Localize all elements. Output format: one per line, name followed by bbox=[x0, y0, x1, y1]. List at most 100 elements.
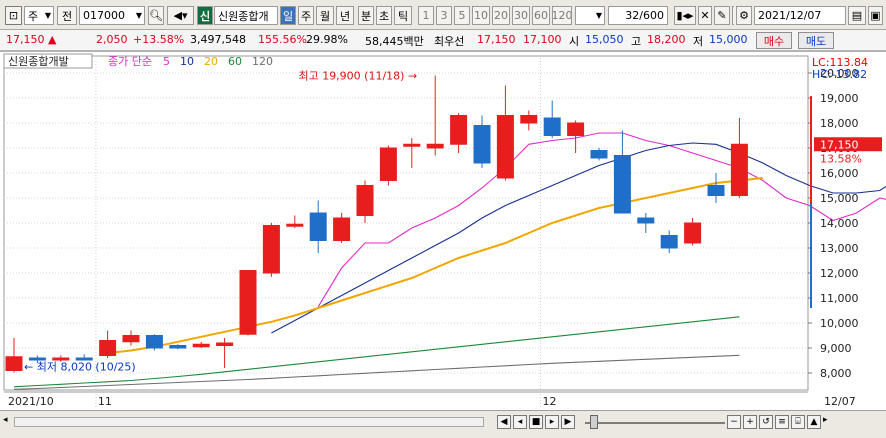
type-button[interactable]: 전 bbox=[57, 6, 77, 25]
candle-body bbox=[473, 125, 491, 164]
period-year[interactable]: 년 bbox=[336, 6, 354, 25]
candle-body bbox=[262, 225, 280, 274]
minus-icon[interactable]: − bbox=[727, 415, 741, 429]
low-price: 15,000 bbox=[709, 33, 748, 46]
y-tick-label: 19,000 bbox=[820, 92, 859, 105]
candle-body bbox=[99, 340, 117, 356]
market-select[interactable]: 주 ▼ bbox=[24, 6, 54, 25]
stock-code-input[interactable]: 017000 ▼ bbox=[79, 6, 145, 25]
horizontal-scrollbar[interactable] bbox=[14, 417, 484, 427]
y-tick-label: 13,000 bbox=[820, 242, 859, 255]
y-tick-label: 11,000 bbox=[820, 292, 859, 305]
zoom-slider[interactable] bbox=[585, 422, 725, 424]
y-tick-label: 15,000 bbox=[820, 192, 859, 205]
candle-body bbox=[239, 270, 257, 335]
candle-body bbox=[613, 155, 631, 214]
period-day[interactable]: 일 bbox=[280, 6, 296, 25]
legend-ma-5: 5 bbox=[163, 55, 170, 68]
legend-ma-120: 120 bbox=[252, 55, 273, 68]
zoom-slider-handle[interactable] bbox=[590, 415, 598, 429]
plus-icon[interactable]: + bbox=[743, 415, 757, 429]
interval-20[interactable]: 20 bbox=[492, 6, 510, 25]
chevron-down-icon: ▼ bbox=[595, 11, 602, 20]
ask-price: 17,150 bbox=[477, 33, 516, 46]
first-page-icon[interactable]: ◀ bbox=[497, 415, 511, 429]
min-price-label: ← 최저 8,020 (10/25) bbox=[24, 361, 136, 374]
candle-body bbox=[286, 223, 304, 227]
candle-body bbox=[145, 335, 163, 349]
draw-tool-icon[interactable]: ✎ bbox=[714, 6, 730, 25]
interval-60[interactable]: 60 bbox=[532, 6, 550, 25]
date-axis: 2021/10 11 12 12/07 bbox=[8, 395, 856, 408]
up-triangle-icon: ▲ bbox=[48, 33, 57, 46]
period-minute[interactable]: 분 bbox=[358, 6, 374, 25]
candle-body bbox=[333, 217, 351, 241]
cross-tool-icon[interactable]: ✕ bbox=[698, 6, 712, 25]
hc-value: HC:-13.82 bbox=[812, 68, 867, 81]
candle-body bbox=[403, 143, 421, 147]
period-month[interactable]: 월 bbox=[316, 6, 334, 25]
window-menu-icon[interactable]: ⊡ bbox=[5, 6, 22, 25]
y-tick-label: 8,000 bbox=[820, 367, 852, 380]
price-value: 17,150 bbox=[6, 33, 45, 46]
interval-5[interactable]: 5 bbox=[454, 6, 470, 25]
x-tick-label: 2021/10 bbox=[8, 395, 54, 408]
count-field[interactable]: 32/600 bbox=[608, 6, 668, 25]
change-percent: +13.58% bbox=[133, 33, 185, 46]
chevron-down-icon: ▼ bbox=[44, 11, 51, 20]
candlestick-chart[interactable]: 8,000 9,000 10,000 11,000 12,000 13,000 14,000… bbox=[0, 52, 886, 411]
stop-icon[interactable]: ■ bbox=[529, 415, 543, 429]
candle-body bbox=[660, 235, 678, 249]
candle-body bbox=[192, 343, 210, 348]
scroll-right-icon[interactable]: ▸ bbox=[823, 415, 883, 429]
period-tick[interactable]: 틱 bbox=[394, 6, 412, 25]
bid-price: 17,100 bbox=[523, 33, 562, 46]
ma10-line bbox=[271, 142, 886, 334]
candle-body bbox=[707, 185, 725, 196]
prev-icon[interactable]: ◂ bbox=[513, 415, 527, 429]
sell-button[interactable]: 매도 bbox=[798, 32, 834, 49]
y-tick-label: 16,000 bbox=[820, 167, 859, 180]
gear-icon[interactable]: ⚙ bbox=[736, 6, 752, 25]
zoom-icon[interactable]: ▮◂▸ bbox=[674, 6, 696, 25]
buy-button[interactable]: 매수 bbox=[756, 32, 792, 49]
interval-1[interactable]: 1 bbox=[418, 6, 434, 25]
y-tick-label: 10,000 bbox=[820, 317, 859, 330]
trade-amount: 58,445백만 bbox=[365, 35, 424, 48]
candle-body bbox=[216, 342, 234, 346]
calendar-icon[interactable]: ▤ bbox=[848, 6, 866, 25]
print-icon[interactable]: ▣ bbox=[868, 6, 883, 25]
x-tick-label: 12/07 bbox=[824, 395, 856, 408]
chart-area[interactable]: 8,000 9,000 10,000 11,000 12,000 13,000 14,000… bbox=[0, 51, 886, 410]
low-label: 저 bbox=[693, 35, 704, 48]
reset-icon[interactable]: ↺ bbox=[759, 415, 773, 429]
candle-body bbox=[379, 147, 397, 181]
search-icon[interactable]: 🔍︎ bbox=[148, 6, 164, 25]
last-page-icon[interactable]: ▶ bbox=[561, 415, 575, 429]
interval-10[interactable]: 10 bbox=[472, 6, 490, 25]
scroll-left-icon[interactable]: ◂ bbox=[3, 415, 13, 429]
period-week[interactable]: 주 bbox=[298, 6, 314, 25]
stock-name-field: 신원종합개 bbox=[214, 6, 278, 25]
speaker-icon[interactable]: ◀▾ bbox=[167, 6, 194, 25]
current-price-text: 17,150 bbox=[820, 138, 859, 151]
interval-120[interactable]: 120 bbox=[552, 6, 572, 25]
stock-code-value: 017000 bbox=[83, 9, 125, 22]
shin-badge[interactable]: 신 bbox=[197, 6, 213, 25]
current-pct-text: 13.58% bbox=[820, 152, 862, 165]
open-price: 15,050 bbox=[585, 33, 624, 46]
period-second[interactable]: 초 bbox=[376, 6, 392, 25]
date-field[interactable]: 2021/12/07 bbox=[754, 6, 846, 25]
interval-30[interactable]: 30 bbox=[512, 6, 530, 25]
next-icon[interactable]: ▸ bbox=[545, 415, 559, 429]
chart-type-icon[interactable]: ⌸ bbox=[791, 415, 805, 429]
chart-legend: 최고 19,900 (11/18) → ← 최저 8,020 (10/25) 신원종… bbox=[3, 53, 417, 374]
legend-ma-60: 60 bbox=[228, 55, 242, 68]
up-icon[interactable]: ▲ bbox=[807, 415, 821, 429]
interval-select[interactable]: ▼ bbox=[575, 6, 605, 25]
legend-indicator: 종가 단순 bbox=[108, 55, 152, 68]
candle-body bbox=[543, 117, 561, 136]
interval-3[interactable]: 3 bbox=[436, 6, 452, 25]
y-tick-label: 18,000 bbox=[820, 117, 859, 130]
menu-icon[interactable]: ≡ bbox=[775, 415, 789, 429]
